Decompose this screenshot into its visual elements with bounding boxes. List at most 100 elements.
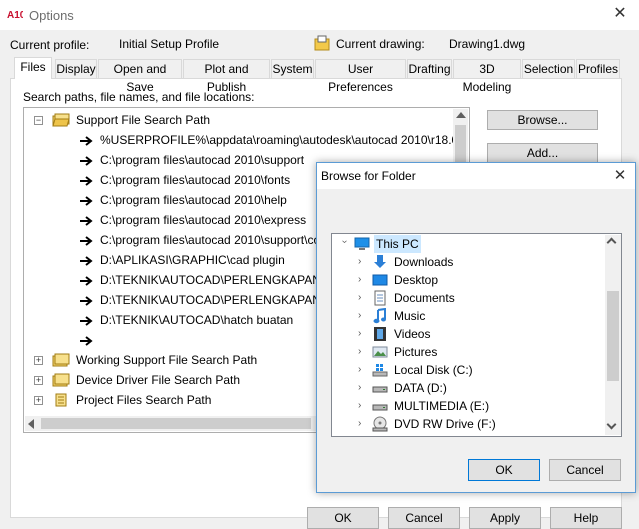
- dialog-cancel-button[interactable]: Cancel: [549, 459, 621, 481]
- window-title: Options: [29, 8, 74, 23]
- folder-item-desktop[interactable]: › Desktop: [332, 271, 604, 289]
- path-arrow-icon: [80, 296, 93, 306]
- path-arrow-icon: [80, 256, 93, 266]
- windows-drive-icon: [372, 364, 388, 377]
- tree-node-label: Working Support File Search Path: [76, 353, 258, 367]
- documents-icon: [374, 290, 386, 306]
- tree-node-label: Support File Search Path: [76, 113, 211, 127]
- apply-button[interactable]: Apply: [469, 507, 541, 529]
- tab-3d-modeling[interactable]: 3D Modeling: [453, 59, 521, 94]
- folder-item-local-disk-c[interactable]: › Local Disk (C:): [332, 361, 604, 379]
- folder-item-multimedia-e[interactable]: › MULTIMEDIA (E:): [332, 397, 604, 415]
- folder-label: Videos: [394, 327, 431, 341]
- chevron-right-icon[interactable]: ›: [358, 383, 366, 393]
- music-icon: [373, 308, 386, 324]
- tab-user-preferences[interactable]: User Preferences: [315, 59, 406, 94]
- tree-node-support-file-search-path[interactable]: − Support File Search Path: [24, 110, 454, 130]
- folder-item-videos[interactable]: › Videos: [332, 325, 604, 343]
- tab-system[interactable]: System: [271, 59, 314, 78]
- chevron-right-icon[interactable]: ›: [358, 257, 366, 267]
- folder-item-this-pc[interactable]: › This PC: [332, 235, 604, 253]
- path-label: C:\program files\autocad 2010\support: [100, 153, 305, 167]
- folder-label: DATA (D:): [394, 381, 447, 395]
- tab-drafting[interactable]: Drafting: [407, 59, 452, 78]
- tab-profiles[interactable]: Profiles: [576, 59, 620, 78]
- chevron-right-icon[interactable]: ›: [358, 365, 366, 375]
- cancel-button[interactable]: Cancel: [388, 507, 460, 529]
- chevron-down-icon[interactable]: ›: [339, 240, 350, 248]
- path-label: D:\APLIKASI\GRAPHIC\cad plugin: [100, 253, 285, 267]
- drive-icon: [372, 404, 388, 411]
- path-arrow-icon: [80, 216, 93, 226]
- folder-item-music[interactable]: › Music: [332, 307, 604, 325]
- chevron-right-icon[interactable]: ›: [358, 275, 366, 285]
- folder-label: Downloads: [394, 255, 454, 269]
- path-arrow-icon: [80, 156, 93, 166]
- tab-files[interactable]: Files: [14, 57, 52, 79]
- folder-tree[interactable]: › This PC › Downloads › Desktop › Docume…: [331, 233, 622, 437]
- current-drawing-value: Drawing1.dwg: [449, 37, 526, 51]
- add-button[interactable]: Add...: [487, 143, 598, 163]
- tab-display[interactable]: Display: [55, 59, 97, 78]
- path-label: C:\program files\autocad 2010\support\co…: [100, 233, 334, 247]
- tree-path-row[interactable]: %USERPROFILE%\appdata\roaming\autodesk\a…: [24, 130, 469, 150]
- desktop-icon: [372, 274, 388, 286]
- folder-item-dvd-rw-drive-f[interactable]: › DVD RW Drive (F:): [332, 415, 604, 433]
- path-arrow-icon: [80, 176, 93, 186]
- scroll-left-icon[interactable]: [28, 419, 34, 429]
- tree-node-label: Project Files Search Path: [76, 393, 212, 407]
- app-icon-text: A10: [7, 10, 23, 21]
- chevron-right-icon[interactable]: ›: [358, 329, 366, 339]
- chevron-right-icon[interactable]: ›: [358, 293, 366, 303]
- chevron-right-icon[interactable]: ›: [358, 311, 366, 321]
- tab-strip: Files Display Open and Save Plot and Pub…: [10, 57, 622, 94]
- tab-selection[interactable]: Selection: [522, 59, 575, 78]
- folder-label: Music: [394, 309, 426, 323]
- scrollbar-thumb[interactable]: [41, 418, 311, 429]
- dvd-drive-icon: [372, 416, 388, 432]
- folder-tree-scrollbar[interactable]: [605, 235, 621, 435]
- close-icon[interactable]: ✕: [610, 166, 630, 186]
- collapse-toggle[interactable]: −: [34, 116, 43, 125]
- chevron-right-icon[interactable]: ›: [358, 401, 366, 411]
- current-profile-value: Initial Setup Profile: [119, 37, 220, 51]
- path-label: C:\program files\autocad 2010\express: [100, 213, 307, 227]
- help-button[interactable]: Help: [550, 507, 622, 529]
- computer-icon: [354, 237, 370, 250]
- drive-icon: [372, 386, 388, 393]
- folder-label: Local Disk (C:): [394, 363, 473, 377]
- scrollbar-thumb[interactable]: [455, 125, 466, 165]
- ok-button[interactable]: OK: [307, 507, 379, 529]
- path-label: C:\program files\autocad 2010\help: [100, 193, 287, 207]
- chevron-right-icon[interactable]: ›: [358, 347, 366, 357]
- scrollbar-thumb[interactable]: [607, 291, 619, 381]
- dialog-ok-button[interactable]: OK: [468, 459, 540, 481]
- path-arrow-icon: [80, 236, 93, 246]
- tab-open-and-save[interactable]: Open and Save: [98, 59, 182, 94]
- open-folder-stack-icon: [52, 113, 70, 127]
- dialog-title: Browse for Folder: [321, 169, 416, 183]
- scroll-up-icon[interactable]: [456, 112, 466, 118]
- path-label: %USERPROFILE%\appdata\roaming\autodesk\a…: [100, 133, 469, 147]
- folder-label: This PC: [374, 235, 421, 253]
- search-paths-caption: Search paths, file names, and file locat…: [23, 90, 255, 104]
- chevron-right-icon[interactable]: ›: [358, 419, 366, 429]
- browse-button[interactable]: Browse...: [487, 110, 598, 130]
- path-label: D:\TEKNIK\AUTOCAD\hatch buatan: [100, 313, 294, 327]
- folder-item-pictures[interactable]: › Pictures: [332, 343, 604, 361]
- scroll-down-icon[interactable]: [606, 419, 617, 430]
- path-arrow-icon: [80, 196, 93, 206]
- expand-toggle[interactable]: +: [34, 396, 43, 405]
- scroll-up-icon[interactable]: [606, 237, 617, 248]
- drawing-file-icon: [314, 35, 330, 51]
- folder-item-downloads[interactable]: › Downloads: [332, 253, 604, 271]
- expand-toggle[interactable]: +: [34, 356, 43, 365]
- folder-label: Documents: [394, 291, 455, 305]
- tab-plot-and-publish[interactable]: Plot and Publish: [183, 59, 270, 94]
- expand-toggle[interactable]: +: [34, 376, 43, 385]
- pictures-icon: [372, 346, 388, 358]
- close-icon[interactable]: ✕: [611, 5, 629, 23]
- path-label: D:\TEKNIK\AUTOCAD\PERLENGKAPAN\H: [100, 293, 333, 307]
- folder-item-documents[interactable]: › Documents: [332, 289, 604, 307]
- folder-item-data-d[interactable]: › DATA (D:): [332, 379, 604, 397]
